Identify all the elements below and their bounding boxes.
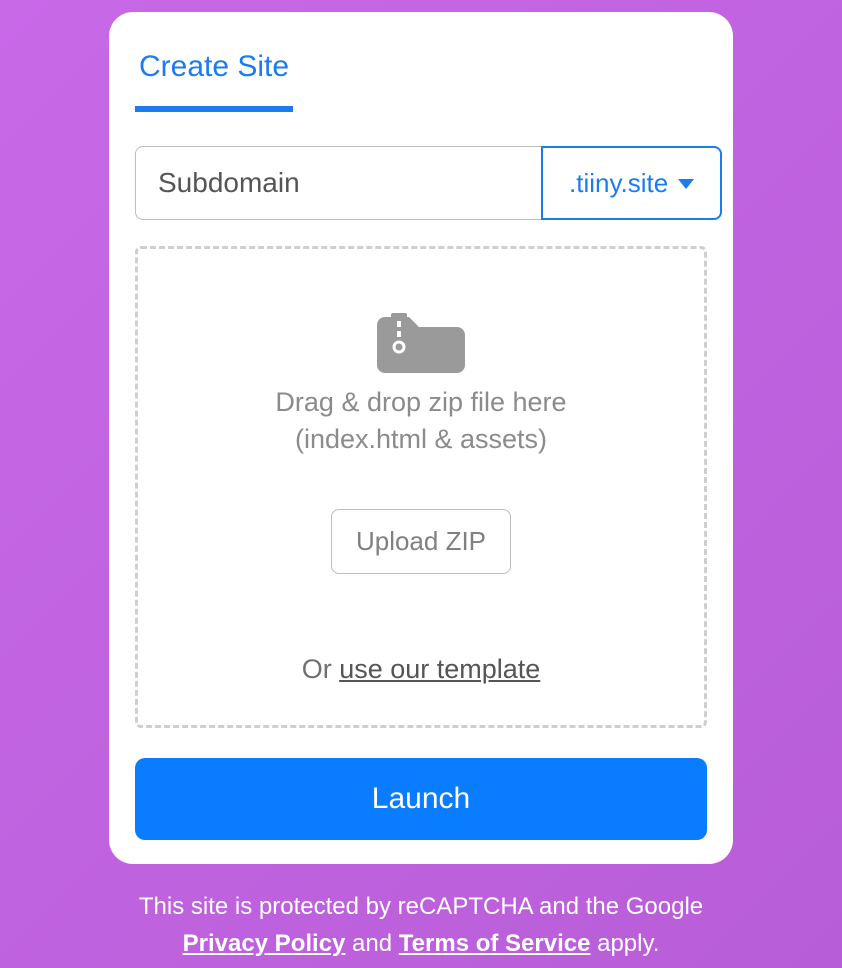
tabs: Create Site [135, 36, 707, 112]
upload-zip-button[interactable]: Upload ZIP [331, 509, 511, 574]
subdomain-input[interactable] [135, 146, 541, 220]
domain-suffix-label: .tiiny.site [569, 168, 668, 199]
footer-suffix: apply. [590, 930, 659, 957]
upload-dropzone[interactable]: Drag & drop zip file here (index.html & … [135, 246, 707, 728]
zip-folder-icon [375, 303, 467, 373]
create-site-card: Create Site .tiiny.site Drag & drop zip … [109, 12, 733, 864]
privacy-policy-link[interactable]: Privacy Policy [183, 930, 346, 957]
use-template-link[interactable]: use our template [339, 654, 540, 684]
recaptcha-footer: This site is protected by reCAPTCHA and … [109, 888, 733, 962]
footer-middle: and [345, 930, 398, 957]
dropzone-text-line1: Drag & drop zip file here [275, 387, 566, 418]
chevron-down-icon [678, 179, 694, 189]
template-or-prefix: Or [302, 654, 340, 684]
tab-create-site[interactable]: Create Site [135, 36, 293, 112]
footer-line1: This site is protected by reCAPTCHA and … [139, 893, 703, 920]
domain-row: .tiiny.site [135, 146, 707, 220]
terms-of-service-link[interactable]: Terms of Service [399, 930, 591, 957]
dropzone-text-line2: (index.html & assets) [295, 424, 547, 455]
template-line: Or use our template [302, 654, 541, 685]
launch-button[interactable]: Launch [135, 758, 707, 840]
domain-suffix-select[interactable]: .tiiny.site [541, 146, 722, 220]
